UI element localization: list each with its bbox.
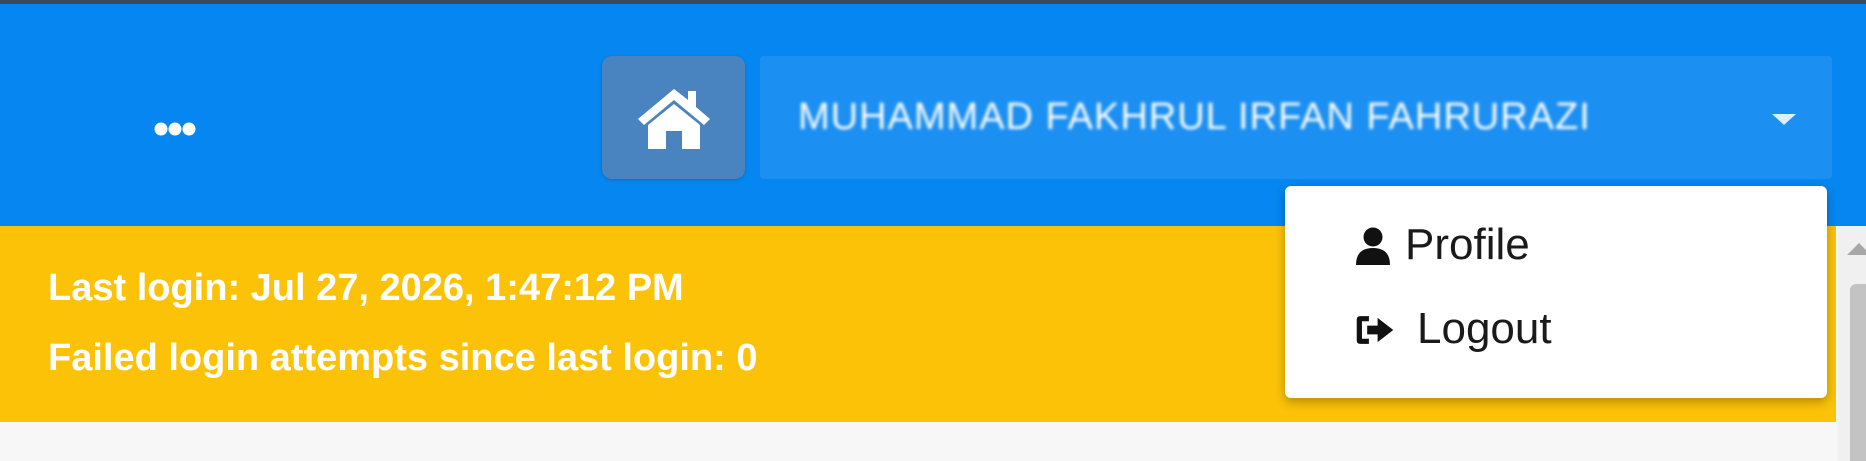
scroll-up-arrow-icon[interactable] [1847, 243, 1866, 255]
menu-item-logout[interactable]: Logout [1285, 288, 1827, 368]
menu-item-profile[interactable]: Profile [1285, 204, 1827, 284]
scrollbar-thumb[interactable] [1850, 284, 1866, 461]
menu-item-logout-label: Logout [1417, 304, 1552, 353]
user-name: MUHAMMAD FAKHRUL IRFAN FAHRURAZI [798, 98, 1591, 136]
home-button[interactable] [602, 56, 745, 179]
user-dropdown-toggle[interactable]: MUHAMMAD FAKHRUL IRFAN FAHRURAZI [760, 56, 1832, 179]
ellipsis-icon [154, 122, 196, 136]
more-menu-button[interactable] [140, 109, 210, 149]
sign-out-icon [1356, 316, 1394, 344]
page-content-area [0, 422, 1838, 461]
last-login-line: Last login: Jul 27, 2026, 1:47:12 PM [48, 266, 684, 310]
page-scrollbar[interactable] [1838, 226, 1866, 461]
home-icon [637, 88, 710, 149]
last-login-label: Last login: [48, 267, 241, 309]
user-dropdown-menu: Profile Logout [1285, 186, 1827, 398]
caret-down-icon [1772, 114, 1796, 125]
user-icon [1356, 227, 1390, 265]
failed-attempts-line: Failed login attempts since last login: … [48, 337, 758, 379]
menu-item-profile-label: Profile [1405, 220, 1530, 269]
last-login-value: Jul 27, 2026, 1:47:12 PM [240, 267, 684, 309]
